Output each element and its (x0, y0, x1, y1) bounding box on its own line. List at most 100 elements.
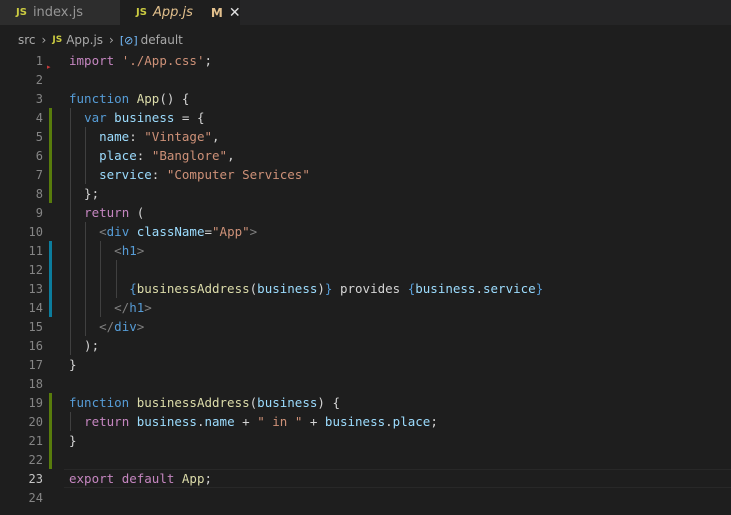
code-token: + (302, 414, 325, 429)
code-token: > (136, 243, 145, 258)
code-line[interactable]: 2 (0, 70, 731, 89)
line-number: 4 (35, 110, 43, 125)
git-modified-marker[interactable] (49, 279, 52, 298)
breadcrumb-symbol[interactable]: default (141, 33, 183, 47)
line-number: 12 (28, 262, 43, 277)
code-line[interactable]: 18 (0, 374, 731, 393)
code-editor[interactable]: 1 ▸ import './App.css'; 2 3 function App() {4… (0, 51, 731, 515)
line-number: 16 (28, 338, 43, 353)
code-token: name (99, 129, 130, 144)
tab-app-js[interactable]: JS App.js M ✕ (120, 0, 241, 25)
code-line[interactable]: 1 ▸ import './App.css'; (0, 51, 731, 71)
line-number: 1 (35, 53, 43, 68)
close-icon[interactable]: ✕ (229, 5, 241, 21)
code-token: ( (129, 205, 145, 220)
code-line[interactable]: 6 place: "Banglore", (0, 146, 731, 165)
code-text: <h1> (69, 243, 144, 258)
code-token: , (212, 129, 220, 144)
code-token: "Vintage" (144, 129, 213, 144)
code-token: ) (317, 281, 325, 296)
line-number: 11 (28, 243, 43, 258)
code-token: . (475, 281, 483, 296)
code-line[interactable]: 22 (0, 450, 731, 469)
breadcrumb-file[interactable]: App.js (66, 33, 103, 47)
git-added-marker[interactable] (49, 108, 52, 127)
code-line[interactable]: 13 {businessAddress(business)} provides … (0, 279, 731, 298)
code-line[interactable]: 21} (0, 431, 731, 450)
code-line[interactable]: 20 return business.name + " in " + busin… (0, 412, 731, 431)
code-token: business (114, 110, 175, 125)
tab-index-js[interactable]: JS index.js (0, 0, 120, 25)
git-added-marker[interactable] (49, 146, 52, 165)
git-added-marker[interactable] (49, 393, 52, 412)
code-text: <div className="App"> (69, 224, 257, 239)
code-token: } (535, 281, 544, 296)
variable-symbol-icon: [⊘] (119, 33, 138, 47)
code-line[interactable]: 12 (0, 260, 731, 279)
git-added-marker[interactable] (49, 127, 52, 146)
code-text: function businessAddress(business) { (69, 395, 340, 410)
code-line[interactable]: 3 function App() { (0, 89, 731, 108)
code-line[interactable]: 15 </div> (0, 317, 731, 336)
code-token: . (196, 414, 205, 429)
code-line[interactable]: 11 <h1> (0, 241, 731, 260)
modified-indicator: M (210, 5, 223, 20)
git-added-marker[interactable] (49, 450, 52, 469)
code-token: place (99, 148, 137, 163)
git-modified-marker[interactable] (49, 298, 52, 317)
git-modified-marker[interactable] (49, 241, 52, 260)
line-number: 13 (28, 281, 43, 296)
code-line[interactable]: 10 <div className="App"> (0, 222, 731, 241)
code-token: App (181, 471, 205, 486)
code-token: { (129, 281, 137, 296)
code-token: function (69, 91, 130, 106)
breadcrumb-folder[interactable]: src (18, 33, 36, 47)
code-line[interactable]: 24 (0, 488, 731, 507)
git-added-marker[interactable] (49, 184, 52, 203)
code-line[interactable]: 4 var business = { (0, 108, 731, 127)
git-added-marker[interactable] (49, 165, 52, 184)
code-token: = { (174, 110, 205, 125)
code-line[interactable]: 5 name: "Vintage", (0, 127, 731, 146)
code-text: export default App; (69, 471, 212, 486)
code-text: import './App.css'; (69, 53, 212, 68)
code-token: ; (204, 471, 213, 486)
chevron-right-icon: › (41, 33, 47, 47)
code-token: "Banglore" (151, 148, 228, 163)
indent-guide (100, 260, 102, 279)
code-text: } (69, 433, 77, 448)
code-line[interactable]: 7 service: "Computer Services" (0, 165, 731, 184)
code-token: './App.css' (121, 53, 205, 68)
code-line[interactable]: 19 function businessAddress(business) { (0, 393, 731, 412)
code-text: name: "Vintage", (69, 129, 220, 144)
code-token: App (136, 91, 160, 106)
code-token: business (324, 414, 386, 429)
code-token: ) { (317, 395, 340, 410)
code-token: ; (204, 53, 213, 68)
git-added-marker[interactable] (49, 431, 52, 450)
git-modified-marker[interactable] (49, 260, 52, 279)
git-added-marker[interactable] (49, 412, 52, 431)
code-text: {businessAddress(business)} provides {bu… (69, 281, 543, 296)
code-text: } (69, 357, 77, 372)
code-token: div (114, 319, 137, 334)
code-token: }; (69, 186, 100, 201)
code-token: export (69, 471, 115, 486)
code-token: () { (159, 91, 190, 106)
line-number: 21 (28, 433, 43, 448)
code-line[interactable]: 9 return ( (0, 203, 731, 222)
line-number: 14 (28, 300, 43, 315)
code-token: businessAddress (136, 395, 250, 410)
code-line[interactable]: 14 </h1> (0, 298, 731, 317)
code-line[interactable]: 16 ); (0, 336, 731, 355)
code-line[interactable]: 17} (0, 355, 731, 374)
code-line[interactable]: 23 export default App; (0, 469, 731, 488)
code-line[interactable]: 8 }; (0, 184, 731, 203)
code-token: , (227, 148, 235, 163)
code-token: service (483, 281, 536, 296)
